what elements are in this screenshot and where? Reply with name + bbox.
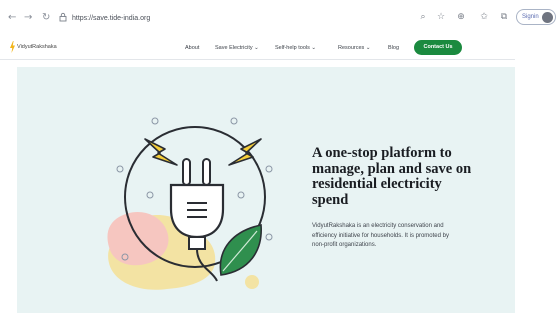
extensions-icon[interactable]: ⊕ [454, 10, 468, 24]
site-header: VidyutRakshaka About Save Electricity ⌄ … [0, 36, 515, 60]
deco-circle [230, 117, 238, 125]
logo-bolt-icon [10, 41, 15, 53]
lock-icon [59, 12, 67, 22]
right-prong [202, 158, 211, 186]
profile-icon [542, 12, 553, 23]
yellow-dot [245, 275, 259, 289]
url-text: https://save.tide-india.org [72, 14, 151, 22]
nav-self-help-tools[interactable]: Self-help tools ⌄ [275, 45, 316, 51]
search-icon[interactable]: ⌕ [416, 10, 430, 24]
address-bar[interactable]: https://save.tide-india.org [58, 10, 408, 26]
deco-circle [116, 165, 124, 173]
left-prong [182, 158, 191, 186]
signin-label: Signin [522, 14, 539, 20]
contact-us-button[interactable]: Contact Us [414, 40, 462, 55]
deco-circle [265, 233, 273, 241]
forward-icon[interactable]: → [24, 12, 32, 23]
nav-resources[interactable]: Resources ⌄ [338, 45, 370, 51]
browser-toolbar: ← → ↻ https://save.tide-india.org ⌕ ☆ ⊕ … [0, 0, 559, 36]
site-logo[interactable]: VidyutRakshaka [10, 41, 57, 53]
plug-illustration [107, 117, 273, 290]
favorites-icon[interactable]: ✩ [477, 10, 491, 24]
bookmark-star-icon[interactable]: ☆ [434, 10, 448, 24]
nav-blog[interactable]: Blog [388, 45, 399, 51]
nav-about[interactable]: About [185, 45, 199, 51]
plug-neck [188, 236, 206, 250]
collections-icon[interactable]: ⧉ [497, 10, 511, 24]
hero-description: VidyutRakshaka is an electricity conserv… [312, 223, 449, 248]
deco-circle [146, 191, 154, 199]
left-bolt-icon [144, 138, 178, 166]
back-icon[interactable]: ← [8, 12, 16, 23]
deco-circle [151, 117, 159, 125]
deco-circle [237, 191, 245, 199]
reload-icon[interactable]: ↻ [42, 12, 50, 23]
logo-text: VidyutRakshaka [17, 44, 57, 50]
nav-save-electricity[interactable]: Save Electricity ⌄ [215, 45, 259, 51]
hero-title: A one-stop platform to manage, plan and … [312, 145, 472, 208]
deco-circle [265, 165, 273, 173]
signin-button[interactable]: Signin [516, 9, 556, 25]
page-margin [515, 60, 559, 313]
